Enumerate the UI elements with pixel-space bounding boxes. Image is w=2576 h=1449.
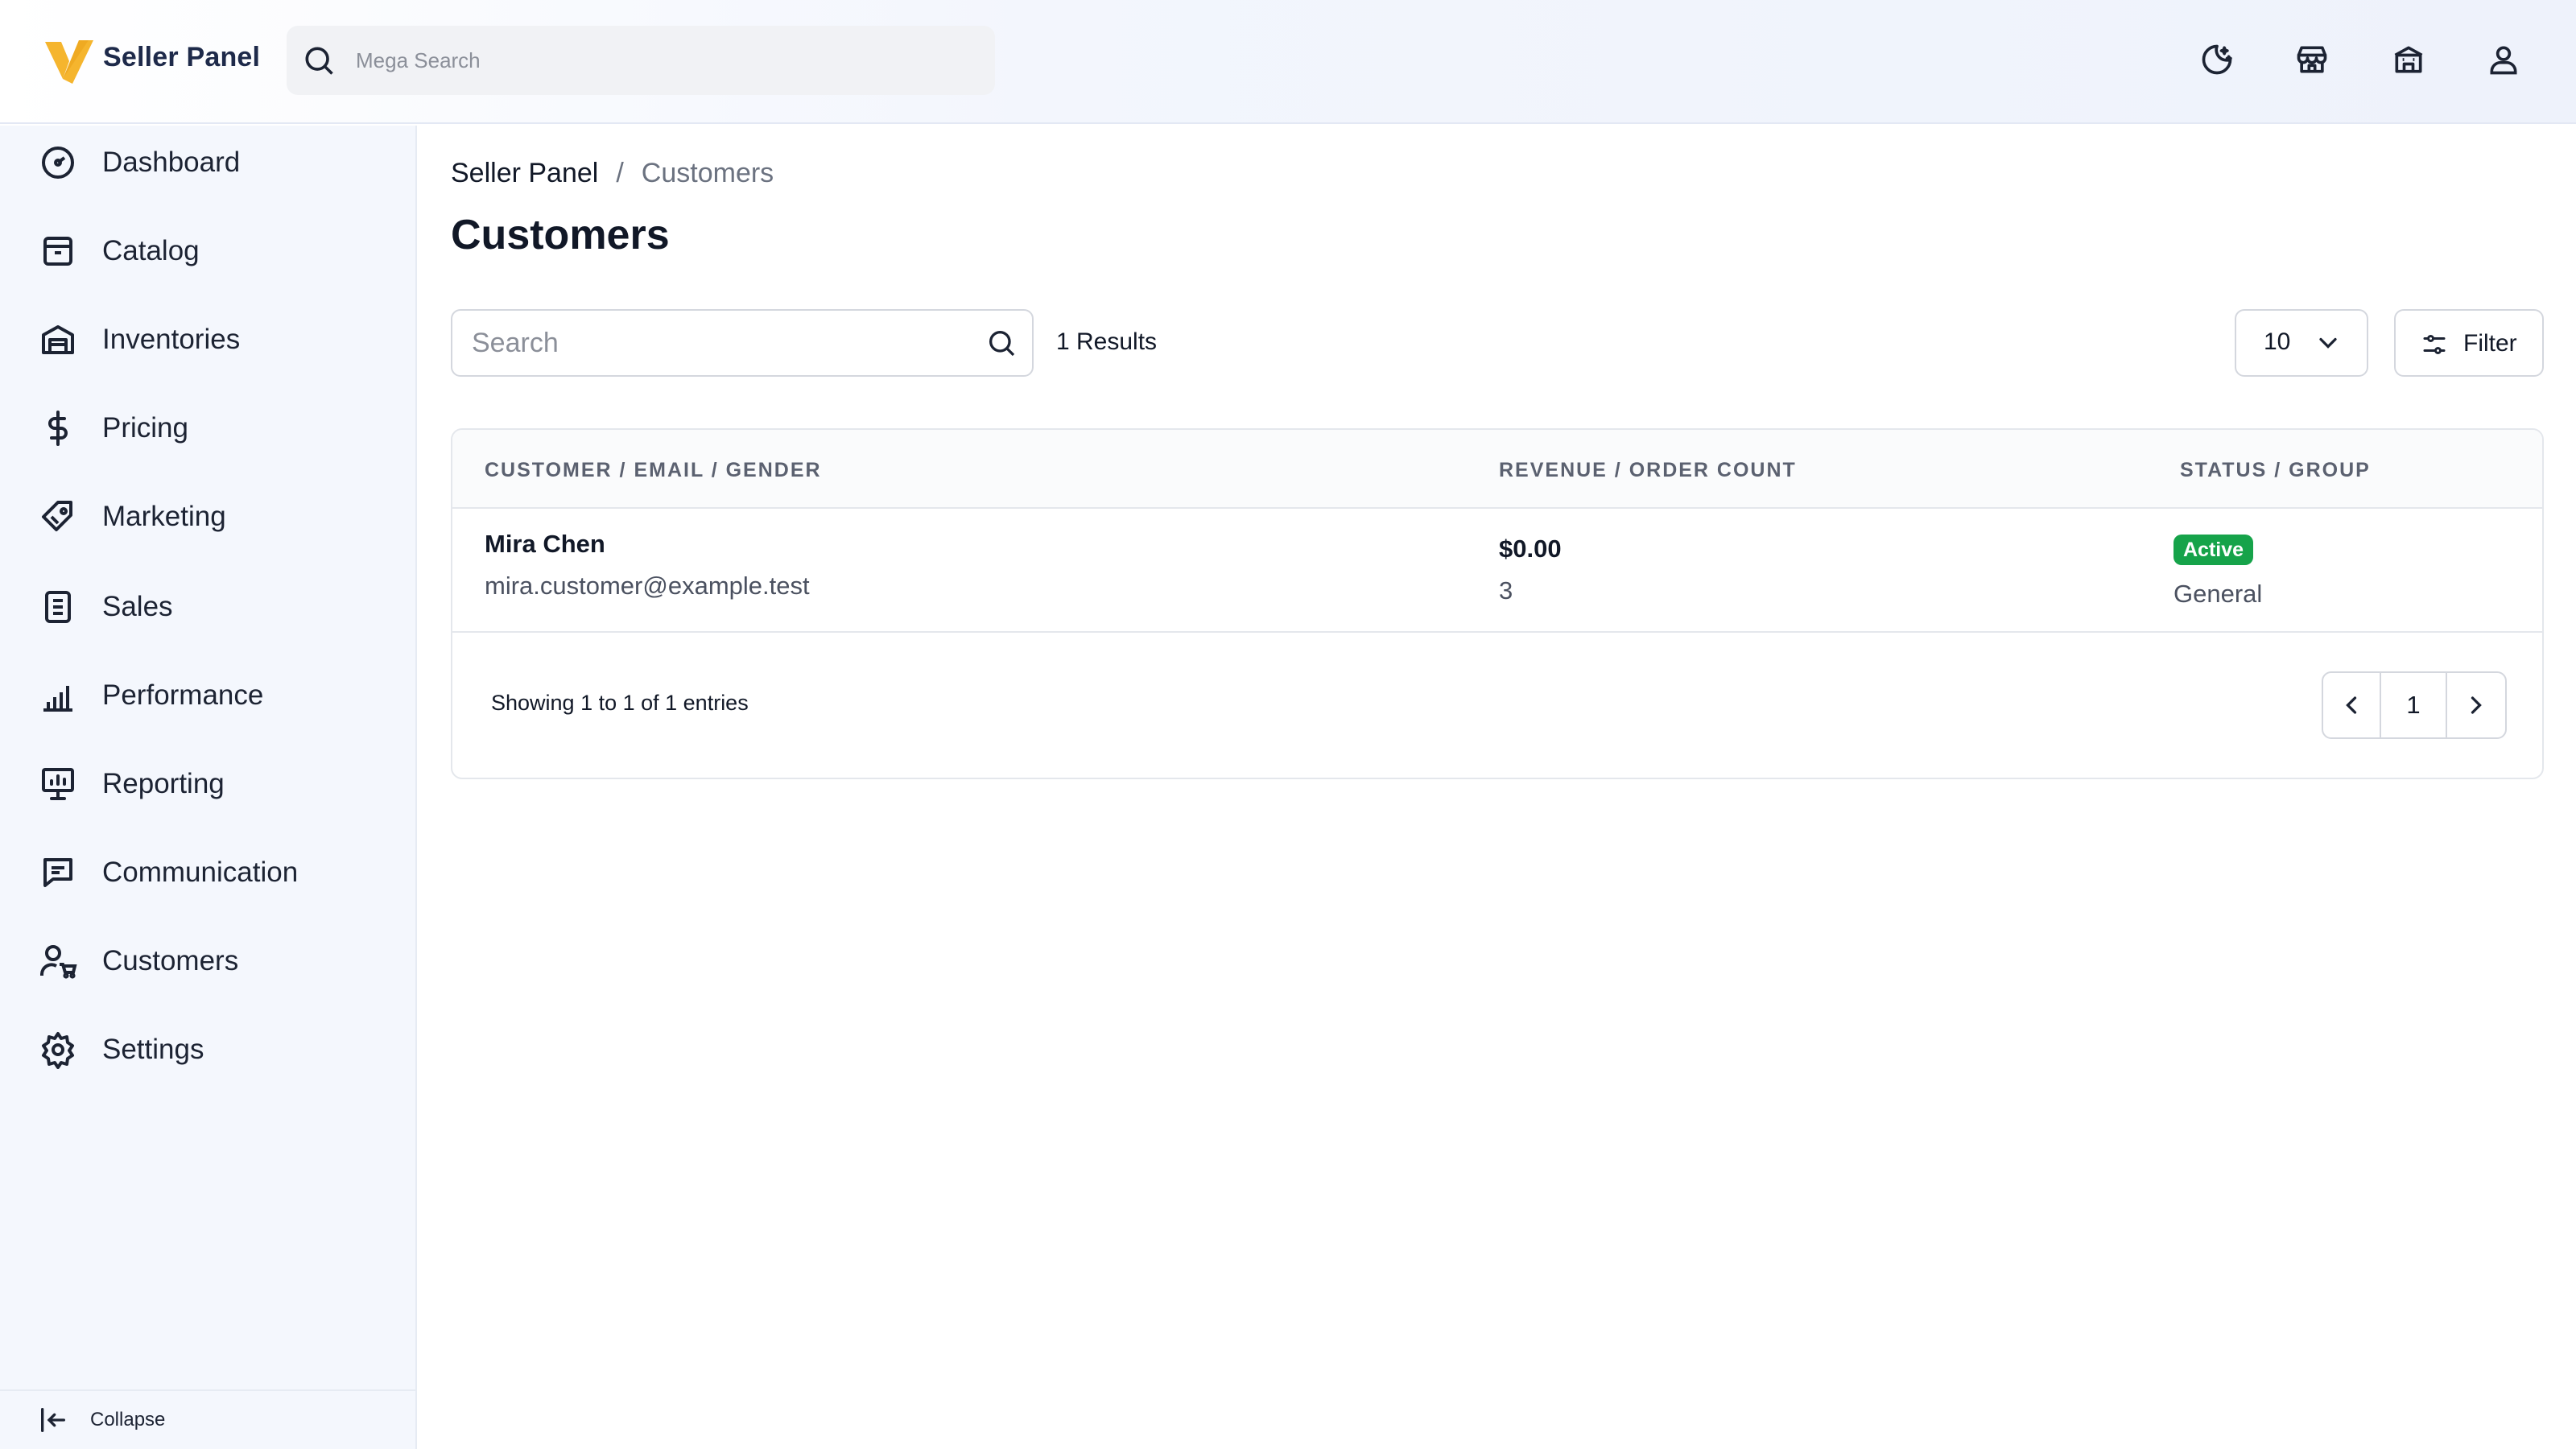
presentation-icon (42, 768, 74, 800)
sidebar-item-label: Communication (102, 857, 299, 888)
breadcrumb-current: Customers (641, 158, 774, 188)
sidebar-item-sales[interactable]: Sales (0, 572, 415, 642)
search-icon (305, 47, 333, 75)
sidebar-item-pricing[interactable]: Pricing (0, 393, 415, 464)
sidebar-item-label: Sales (102, 591, 173, 622)
page-number-button[interactable]: 1 (2381, 673, 2447, 737)
gear-icon (42, 1032, 74, 1069)
store-button[interactable] (2388, 39, 2429, 80)
chevron-down-icon (2319, 337, 2337, 349)
brand-logo-icon[interactable] (43, 34, 95, 85)
column-header-status: STATUS / GROUP (2180, 459, 2371, 481)
dollar-icon (48, 411, 68, 446)
sidebar-item-reporting[interactable]: Reporting (0, 749, 415, 819)
sidebar-item-dashboard[interactable]: Dashboard (0, 127, 415, 198)
customer-order-count: 3 (1499, 576, 1513, 605)
sidebar-item-label: Reporting (102, 768, 225, 799)
sidebar: Dashboard Catalog Inventories Pricing Ma… (0, 126, 417, 1449)
sidebar-item-label: Catalog (102, 235, 200, 266)
table-row[interactable]: Mira Chen mira.customer@example.test $0.… (452, 509, 2542, 633)
collapse-label: Collapse (90, 1409, 166, 1430)
sidebar-item-inventories[interactable]: Inventories (0, 304, 415, 375)
column-header-revenue: REVENUE / ORDER COUNT (1499, 459, 1797, 481)
sidebar-item-label: Inventories (102, 324, 241, 355)
sidebar-item-communication[interactable]: Communication (0, 837, 415, 908)
mega-search-field[interactable] (287, 26, 995, 95)
collapse-arrow-icon (41, 1408, 66, 1432)
sidebar-item-performance[interactable]: Performance (0, 660, 415, 731)
table-header: CUSTOMER / EMAIL / GENDER REVENUE / ORDE… (452, 430, 2542, 509)
bar-chart-icon (43, 686, 72, 712)
breadcrumb: Seller Panel / Customers (451, 158, 774, 189)
sidebar-item-label: Marketing (102, 501, 226, 532)
brand-name[interactable]: Seller Panel (103, 42, 260, 73)
sidebar-item-settings[interactable]: Settings (0, 1014, 415, 1085)
chevron-right-icon (2471, 696, 2482, 714)
dashboard-gauge-icon (42, 147, 74, 179)
customer-name[interactable]: Mira Chen (485, 530, 605, 559)
collapse-sidebar-button[interactable]: Collapse (0, 1389, 415, 1449)
filter-label: Filter (2463, 330, 2517, 357)
sidebar-item-label: Pricing (102, 412, 188, 444)
search-icon[interactable] (985, 327, 1018, 359)
user-icon (2490, 46, 2517, 75)
chat-icon (43, 858, 72, 887)
user-cart-icon (40, 945, 77, 979)
customer-email: mira.customer@example.test (485, 572, 810, 600)
mega-search-input[interactable] (356, 26, 968, 95)
column-header-customer: CUSTOMER / EMAIL / GENDER (485, 459, 822, 481)
catalog-box-icon (43, 237, 72, 266)
status-badge: Active (2174, 535, 2254, 565)
next-page-button[interactable] (2447, 673, 2505, 737)
pagination: 1 (2322, 671, 2507, 739)
sidebar-item-label: Performance (102, 679, 264, 711)
per-page-value: 10 (2264, 328, 2291, 355)
sidebar-item-customers[interactable]: Customers (0, 926, 415, 997)
document-icon (45, 591, 71, 623)
previous-page-button[interactable] (2323, 673, 2381, 737)
per-page-select[interactable]: 10 (2235, 309, 2368, 377)
results-count: 1 Results (1056, 328, 1158, 355)
top-header: Seller Panel (0, 0, 2576, 124)
store-building-icon (2394, 46, 2423, 73)
sidebar-item-label: Dashboard (102, 147, 241, 178)
customer-revenue: $0.00 (1499, 535, 1562, 563)
breadcrumb-root-link[interactable]: Seller Panel (451, 158, 598, 189)
account-button[interactable] (2483, 39, 2524, 80)
moon-stars-icon (2202, 44, 2232, 75)
breadcrumb-separator: / (616, 158, 624, 188)
customer-search-input[interactable] (472, 311, 955, 375)
customer-search-field[interactable] (451, 309, 1034, 377)
sliders-icon (2423, 335, 2446, 354)
chevron-left-icon (2346, 696, 2357, 714)
sidebar-item-marketing[interactable]: Marketing (0, 481, 415, 552)
storefront-button[interactable] (2291, 39, 2333, 80)
sidebar-item-label: Customers (102, 945, 239, 976)
sidebar-item-label: Settings (102, 1034, 204, 1065)
page-title: Customers (451, 212, 670, 258)
filter-button[interactable]: Filter (2394, 309, 2544, 377)
pagination-summary: Showing 1 to 1 of 1 entries (491, 691, 749, 715)
warehouse-icon (42, 325, 74, 354)
storefront-icon (2297, 46, 2327, 73)
sidebar-item-catalog[interactable]: Catalog (0, 216, 415, 287)
tag-icon (42, 501, 72, 531)
customer-group: General (2174, 580, 2263, 608)
theme-toggle-button[interactable] (2196, 39, 2238, 80)
customers-table: CUSTOMER / EMAIL / GENDER REVENUE / ORDE… (451, 428, 2544, 779)
